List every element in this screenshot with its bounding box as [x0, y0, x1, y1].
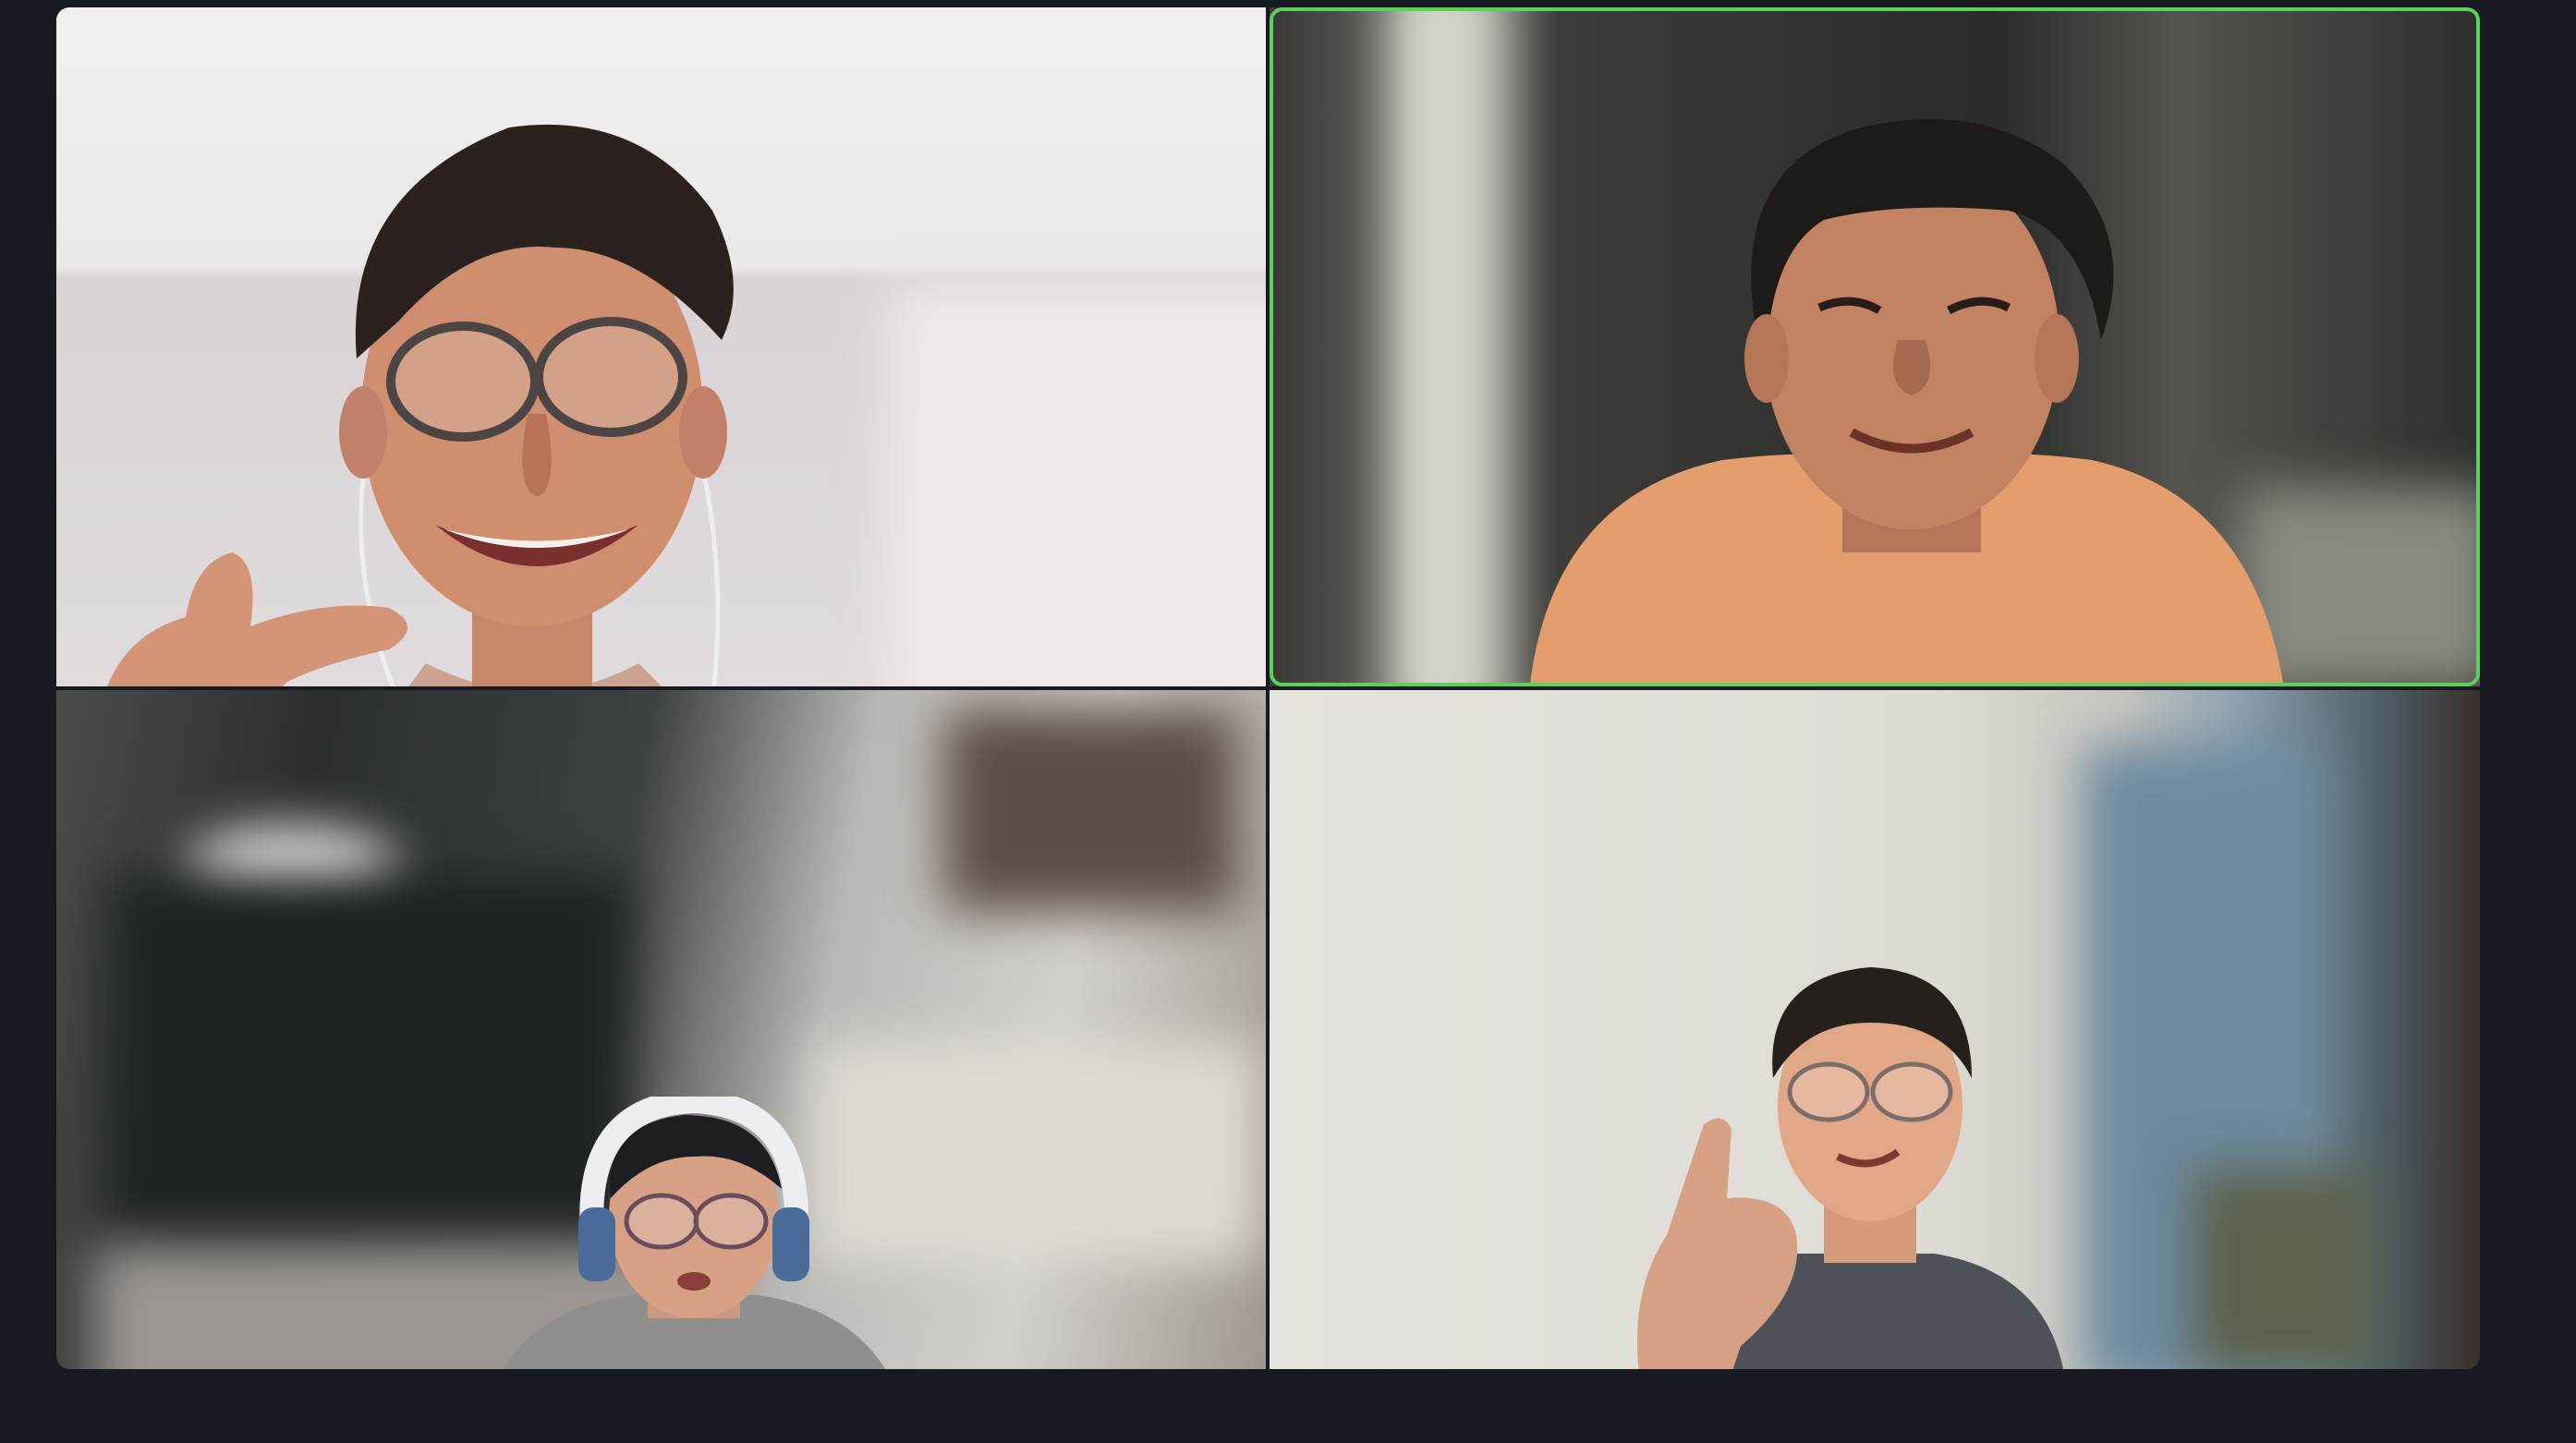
participant-video-tile-3[interactable]: [56, 690, 1266, 1369]
person-figure: [503, 1097, 885, 1369]
participant-video-tile-2[interactable]: [1270, 7, 2480, 686]
person-figure: [1637, 967, 2063, 1369]
hand-gesture: [107, 552, 407, 686]
meeting-window: [0, 0, 2576, 1443]
participant-video-tile-4[interactable]: [1270, 690, 2480, 1369]
background-item: [943, 709, 1239, 912]
participant-video-tile-1[interactable]: [56, 7, 1266, 686]
plant: [2193, 1170, 2378, 1369]
raised-hand: [84, 525, 435, 686]
person-figure: [1529, 119, 2284, 686]
gallery-view: [56, 7, 2480, 1369]
background-light: [1390, 7, 1501, 686]
participant-video-feed: [1602, 958, 2120, 1369]
participant-video-feed: [1491, 109, 2323, 686]
participant-video-feed: [463, 1097, 925, 1369]
